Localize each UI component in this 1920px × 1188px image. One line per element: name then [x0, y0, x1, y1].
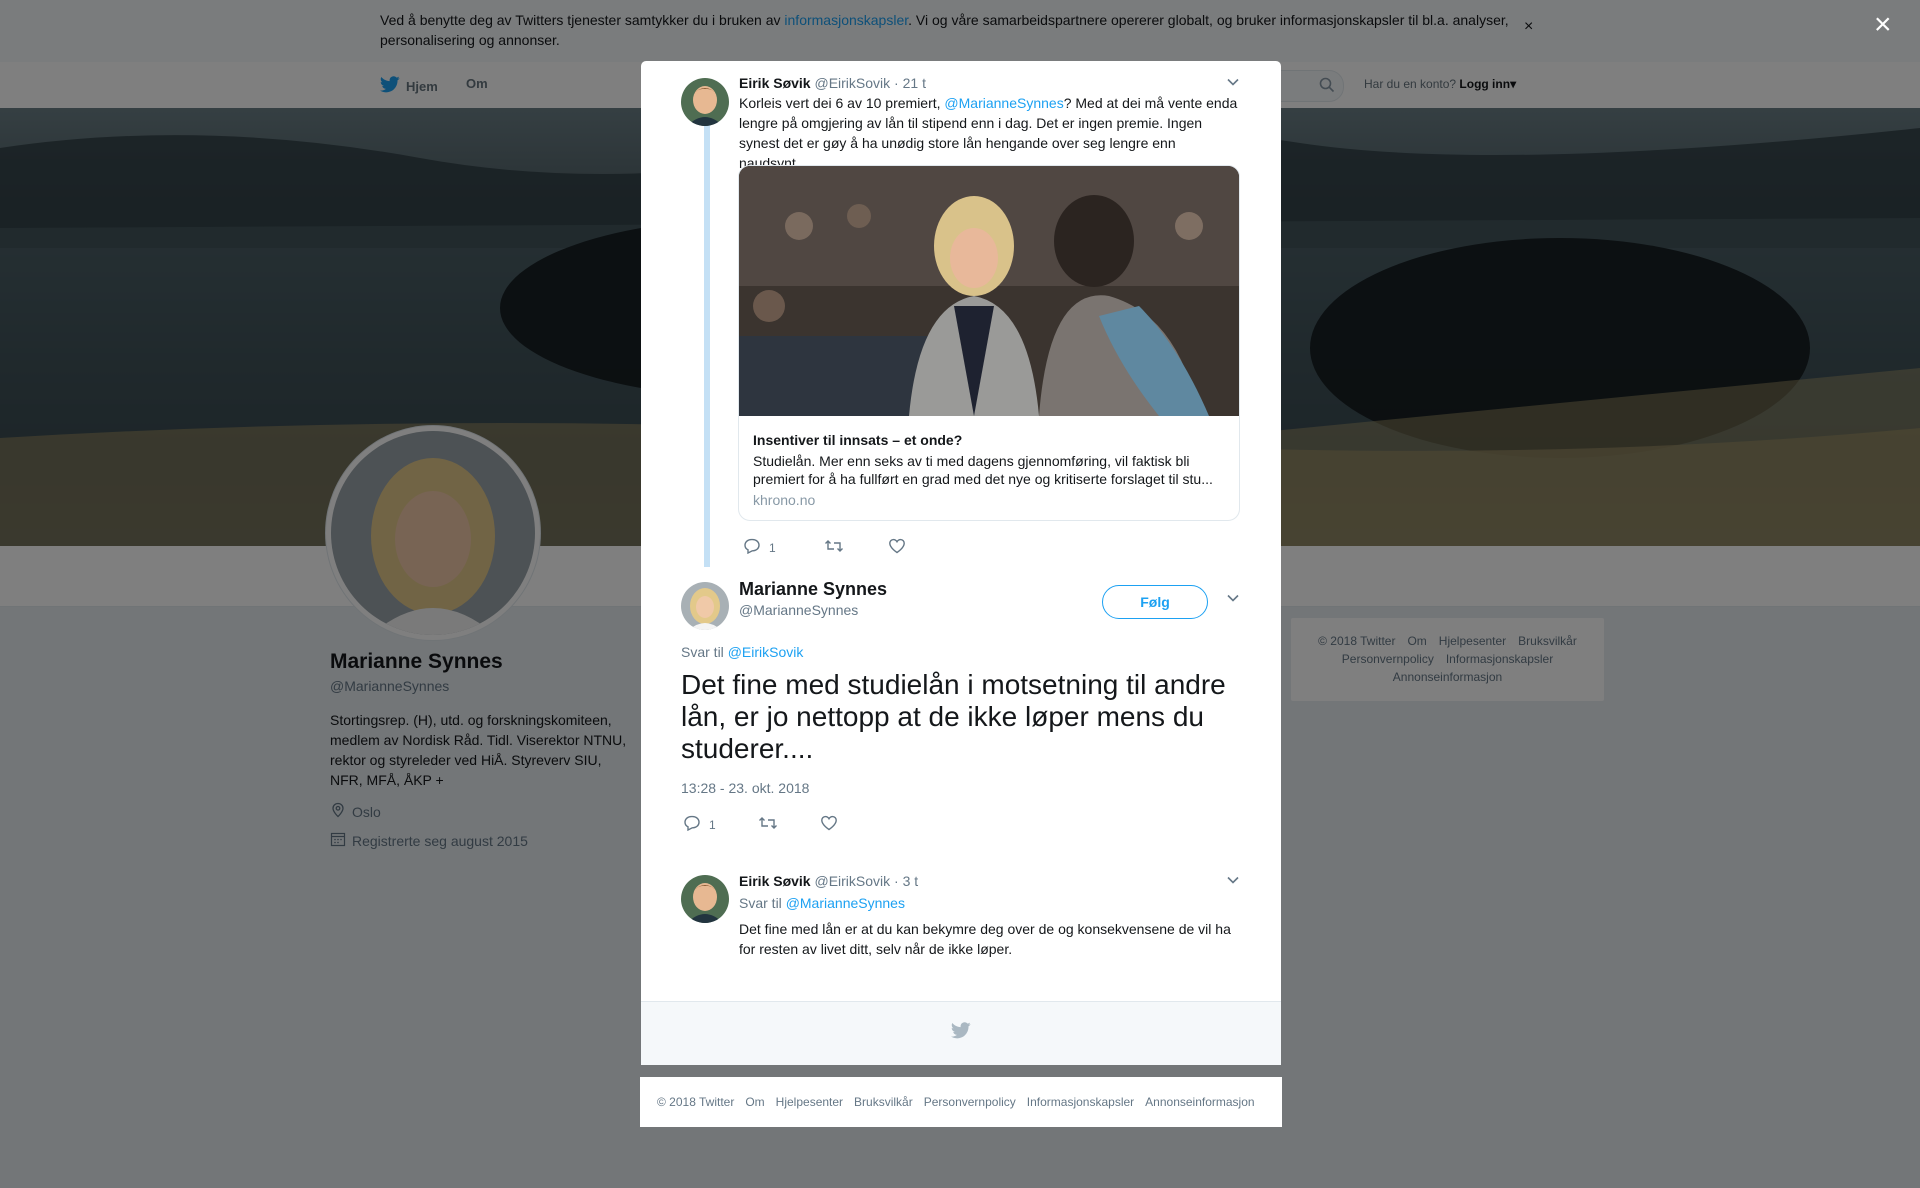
main-tweet-fullname[interactable]: Marianne Synnes [739, 579, 887, 600]
tweet2-header: Eirik Søvik @EirikSovik · 3 t [739, 871, 918, 891]
main-retweet-button[interactable] [758, 815, 778, 834]
heart-icon [888, 538, 906, 557]
card-title: Insentiver til innsats – et onde? [753, 432, 963, 448]
main-reply-count: 1 [709, 817, 716, 832]
tweet2-reply-to-link[interactable]: @MarianneSynnes [786, 895, 905, 911]
card-image [739, 166, 1239, 416]
card-description: Studielån. Mer enn seks av ti med dagens… [753, 453, 1213, 487]
tweet1-actions: 1 [743, 538, 946, 557]
tweet2-fullname[interactable]: Eirik Søvik [739, 873, 811, 889]
main-tweet-more-chevron-icon[interactable] [1221, 591, 1245, 611]
tweet2-text: Det fine med lån er at du kan bekymre de… [739, 921, 1231, 957]
main-tweet-actions: 1 [683, 815, 878, 834]
conversation-thread-line [704, 117, 710, 567]
main-reply-to-link[interactable]: @EirikSovik [728, 644, 804, 660]
modal-footer-copyright: © 2018 Twitter [657, 1095, 735, 1109]
modal-footer-link-help[interactable]: Hjelpesenter [776, 1095, 843, 1109]
tweet2-screenname[interactable]: @EirikSovik [814, 873, 890, 889]
tweet2-timestamp[interactable]: 3 t [903, 873, 919, 889]
modal-footer-link-about[interactable]: Om [745, 1095, 764, 1109]
tweet1-text: Korleis vert dei 6 av 10 premiert, @Mari… [739, 93, 1239, 173]
tweet1-more-chevron-icon[interactable] [1221, 75, 1245, 95]
modal-footer-link-privacy[interactable]: Personvernpolicy [924, 1095, 1016, 1109]
tweet2-more-chevron-icon[interactable] [1221, 873, 1245, 893]
main-tweet-timestamp[interactable]: 13:28 - 23. okt. 2018 [681, 780, 809, 796]
link-preview-card[interactable]: Insentiver til innsats – et onde? Studie… [738, 165, 1240, 521]
main-tweet-reply-context: Svar til @EirikSovik [681, 644, 803, 660]
retweet-icon [824, 538, 844, 557]
tweet1-mention-link[interactable]: @MarianneSynnes [944, 95, 1063, 111]
tweet1-reply-count: 1 [769, 540, 776, 555]
tweet1-screenname[interactable]: @EirikSovik [814, 75, 890, 91]
main-tweet-text: Det fine med studielån i motsetning til … [681, 669, 1226, 764]
card-domain: khrono.no [753, 492, 816, 508]
close-overlay-button[interactable]: × [1874, 10, 1892, 40]
main-tweet-avatar[interactable] [681, 582, 729, 630]
card-body: Insentiver til innsats – et onde? Studie… [753, 430, 1225, 508]
main-like-button[interactable] [820, 815, 838, 834]
tweet2-reply-prefix: Svar til [739, 895, 786, 911]
main-tweet-screenname[interactable]: @MarianneSynnes [739, 602, 858, 618]
modal-bottom-bar [641, 1001, 1281, 1065]
tweet-permalink-modal: Eirik Søvik @EirikSovik · 21 t Korleis v… [641, 61, 1281, 1065]
main-reply-prefix: Svar til [681, 644, 728, 660]
follow-button[interactable]: Følg [1102, 585, 1208, 619]
tweet1-fullname[interactable]: Eirik Søvik [739, 75, 811, 91]
modal-footer: © 2018 Twitter Om Hjelpesenter Bruksvilk… [640, 1077, 1282, 1127]
tweet1-reply-button[interactable]: 1 [743, 538, 776, 557]
retweet-icon [758, 815, 778, 834]
twitter-bird-icon [950, 1022, 971, 1044]
tweet1-avatar[interactable] [681, 78, 729, 126]
main-reply-button[interactable]: 1 [683, 815, 716, 834]
tweet1-timestamp[interactable]: 21 t [903, 75, 926, 91]
reply-icon [683, 815, 701, 834]
tweet2-separator: · [894, 873, 899, 889]
tweet2-avatar[interactable] [681, 875, 729, 923]
modal-footer-link-ads[interactable]: Annonseinformasjon [1145, 1095, 1254, 1109]
modal-footer-link-terms[interactable]: Bruksvilkår [854, 1095, 913, 1109]
modal-footer-link-cookies[interactable]: Informasjonskapsler [1027, 1095, 1134, 1109]
heart-icon [820, 815, 838, 834]
tweet1-retweet-button[interactable] [824, 538, 844, 557]
tweet1-like-button[interactable] [888, 538, 906, 557]
reply-icon [743, 538, 761, 557]
tweet2-reply-context: Svar til @MarianneSynnes [739, 895, 905, 911]
tweet1-separator: · [894, 75, 899, 91]
tweet1-header: Eirik Søvik @EirikSovik · 21 t [739, 73, 926, 93]
tweet1-text-before: Korleis vert dei 6 av 10 premiert, [739, 95, 945, 111]
